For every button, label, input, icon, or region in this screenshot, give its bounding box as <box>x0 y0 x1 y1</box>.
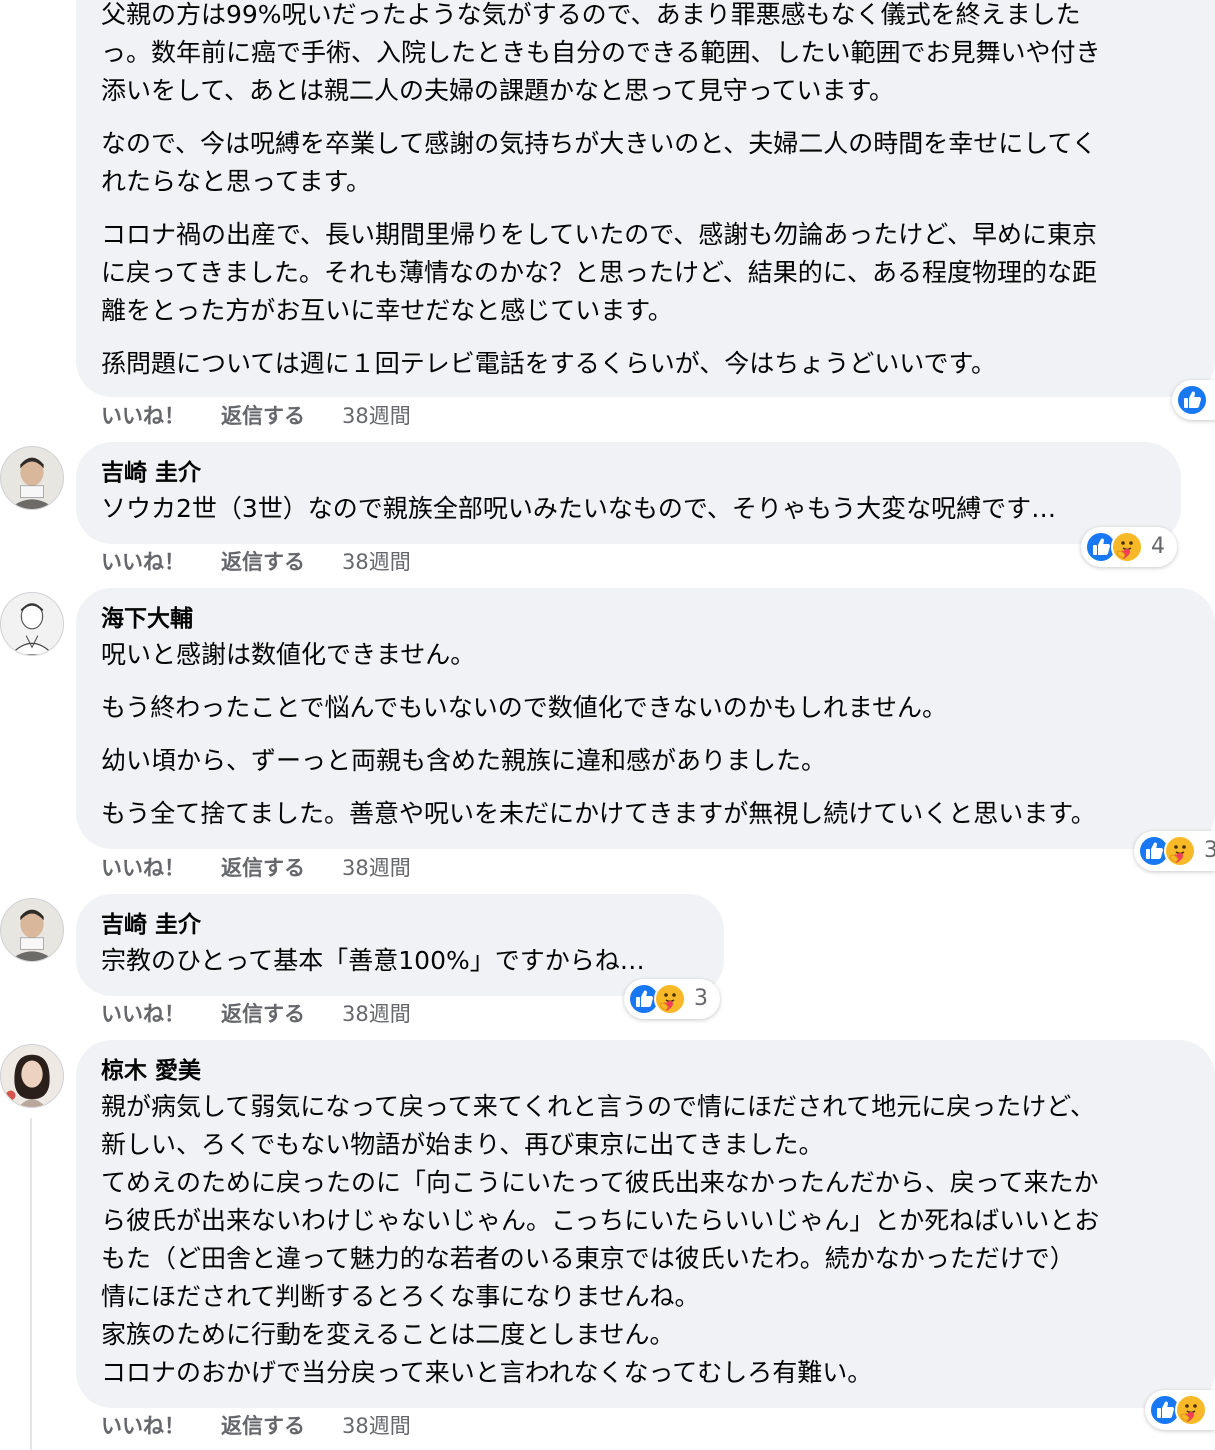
comment-timestamp[interactable]: 38週間 <box>342 545 411 579</box>
avatar[interactable] <box>0 898 64 962</box>
reply-thread-line <box>30 1118 32 1450</box>
like-button[interactable]: いいね！ <box>101 1409 221 1443</box>
comment-author[interactable]: 吉崎 圭介 <box>101 910 724 940</box>
comment-timestamp[interactable]: 38週間 <box>342 399 411 433</box>
avatar[interactable] <box>0 446 64 510</box>
comment-text: 父親の方は99%呪いだったような気がするので、あまり罪悪感もなく儀式を終えました… <box>101 0 1101 105</box>
comment-text: コロナ禍の出産で、長い期間里帰りをしていたので、感謝も勿論あったけど、早めに東京… <box>101 220 1098 325</box>
like-button[interactable]: いいね！ <box>101 997 221 1031</box>
comment-text: なので、今は呪縛を卒業して感謝の気持ちが大きいのと、夫婦二人の時間を幸せにしてく… <box>101 129 1097 196</box>
reaction-summary[interactable] <box>1145 1390 1215 1430</box>
comment-actions: いいね！ 返信する 38週間 <box>101 545 411 579</box>
reply-button[interactable]: 返信する <box>221 851 342 885</box>
reaction-summary[interactable]: 4 <box>1081 527 1177 567</box>
comment-actions: いいね！ 返信する 38週間 <box>101 1409 411 1443</box>
comment-text: 親が病気して弱気になって戻って来てくれと言うので情にほだされて地元に戻ったけど、 <box>101 1092 1096 1121</box>
care-icon <box>1175 1394 1207 1426</box>
comment-author[interactable]: 椋木 愛美 <box>101 1056 1215 1086</box>
comment-actions: いいね！ 返信する 38週間 <box>101 399 411 433</box>
comment-timestamp[interactable]: 38週間 <box>342 851 411 885</box>
comment-author[interactable]: 海下大輔 <box>101 604 1215 634</box>
comment-actions: いいね！ 返信する 38週間 <box>101 851 411 885</box>
comment-bubble: 父親の方は99%呪いだったような気がするので、あまり罪悪感もなく儀式を終えました… <box>76 0 1215 397</box>
comment-text: もう終わったことで悩んでもいないので数値化できないのかもしれません。 <box>101 693 948 722</box>
care-icon <box>1111 531 1143 563</box>
reaction-count: 3 <box>694 986 708 1011</box>
comment-text: 新しい、ろくでもない物語が始まり、再び東京に出てきました。 <box>101 1130 824 1159</box>
comment-text: もう全て捨てました。善意や呪いを未だにかけてきますが無視し続けていくと思います。 <box>101 799 1096 828</box>
comment-text: てめえのために戻ったのに「向こうにいたって彼氏出来なかったんだから、戻って来たか… <box>101 1168 1100 1273</box>
comment-actions: いいね！ 返信する 38週間 <box>101 997 411 1031</box>
comment-timestamp[interactable]: 38週間 <box>342 1409 411 1443</box>
like-button[interactable]: いいね！ <box>101 851 221 885</box>
comment-text: 孫問題については週に１回テレビ電話をするくらいが、今はちょうどいいです。 <box>101 349 997 378</box>
comment-text: コロナのおかげで当分戻って来いと言われなくなってむしろ有難い。 <box>101 1358 873 1387</box>
comment-text: 呪いと感謝は数値化できません。 <box>101 640 476 669</box>
like-button[interactable]: いいね！ <box>101 545 221 579</box>
comment-text: 宗教のひとって基本「善意100%」ですからね… <box>101 946 645 975</box>
reaction-count: 3 <box>1204 838 1215 863</box>
avatar[interactable] <box>0 1044 64 1108</box>
comment-bubble: 吉崎 圭介 ソウカ2世（3世）なので親族全部呪いみたいなもので、そりゃもう大変な… <box>76 442 1181 544</box>
reaction-summary[interactable]: 3 <box>1134 831 1215 871</box>
reaction-count: 4 <box>1151 534 1165 559</box>
comment-bubble: 椋木 愛美 親が病気して弱気になって戻って来てくれと言うので情にほだされて地元に… <box>76 1040 1215 1408</box>
comment-timestamp[interactable]: 38週間 <box>342 997 411 1031</box>
reaction-summary[interactable] <box>1172 380 1215 420</box>
comment-text: 情にほだされて判断するとろくな事になりませんね。 <box>101 1282 700 1311</box>
reaction-summary[interactable]: 3 <box>624 979 720 1019</box>
comment-bubble: 海下大輔 呪いと感謝は数値化できません。 もう終わったことで悩んでもいないので数… <box>76 588 1215 849</box>
avatar[interactable] <box>0 592 64 656</box>
care-icon <box>1164 835 1196 867</box>
comment-bubble: 吉崎 圭介 宗教のひとって基本「善意100%」ですからね… <box>76 894 724 996</box>
like-button[interactable]: いいね！ <box>101 399 221 433</box>
comment-text: ソウカ2世（3世）なので親族全部呪いみたいなもので、そりゃもう大変な呪縛です… <box>101 494 1057 523</box>
reply-button[interactable]: 返信する <box>221 1409 342 1443</box>
comment-author[interactable]: 吉崎 圭介 <box>101 458 1181 488</box>
reply-button[interactable]: 返信する <box>221 997 342 1031</box>
comment-text: 家族のために行動を変えることは二度としません。 <box>101 1320 675 1349</box>
reply-button[interactable]: 返信する <box>221 545 342 579</box>
reply-button[interactable]: 返信する <box>221 399 342 433</box>
comment-text: 幼い頃から、ずーっと両親も含めた親族に違和感がありました。 <box>101 746 827 775</box>
like-icon <box>1176 384 1208 416</box>
care-icon <box>654 983 686 1015</box>
